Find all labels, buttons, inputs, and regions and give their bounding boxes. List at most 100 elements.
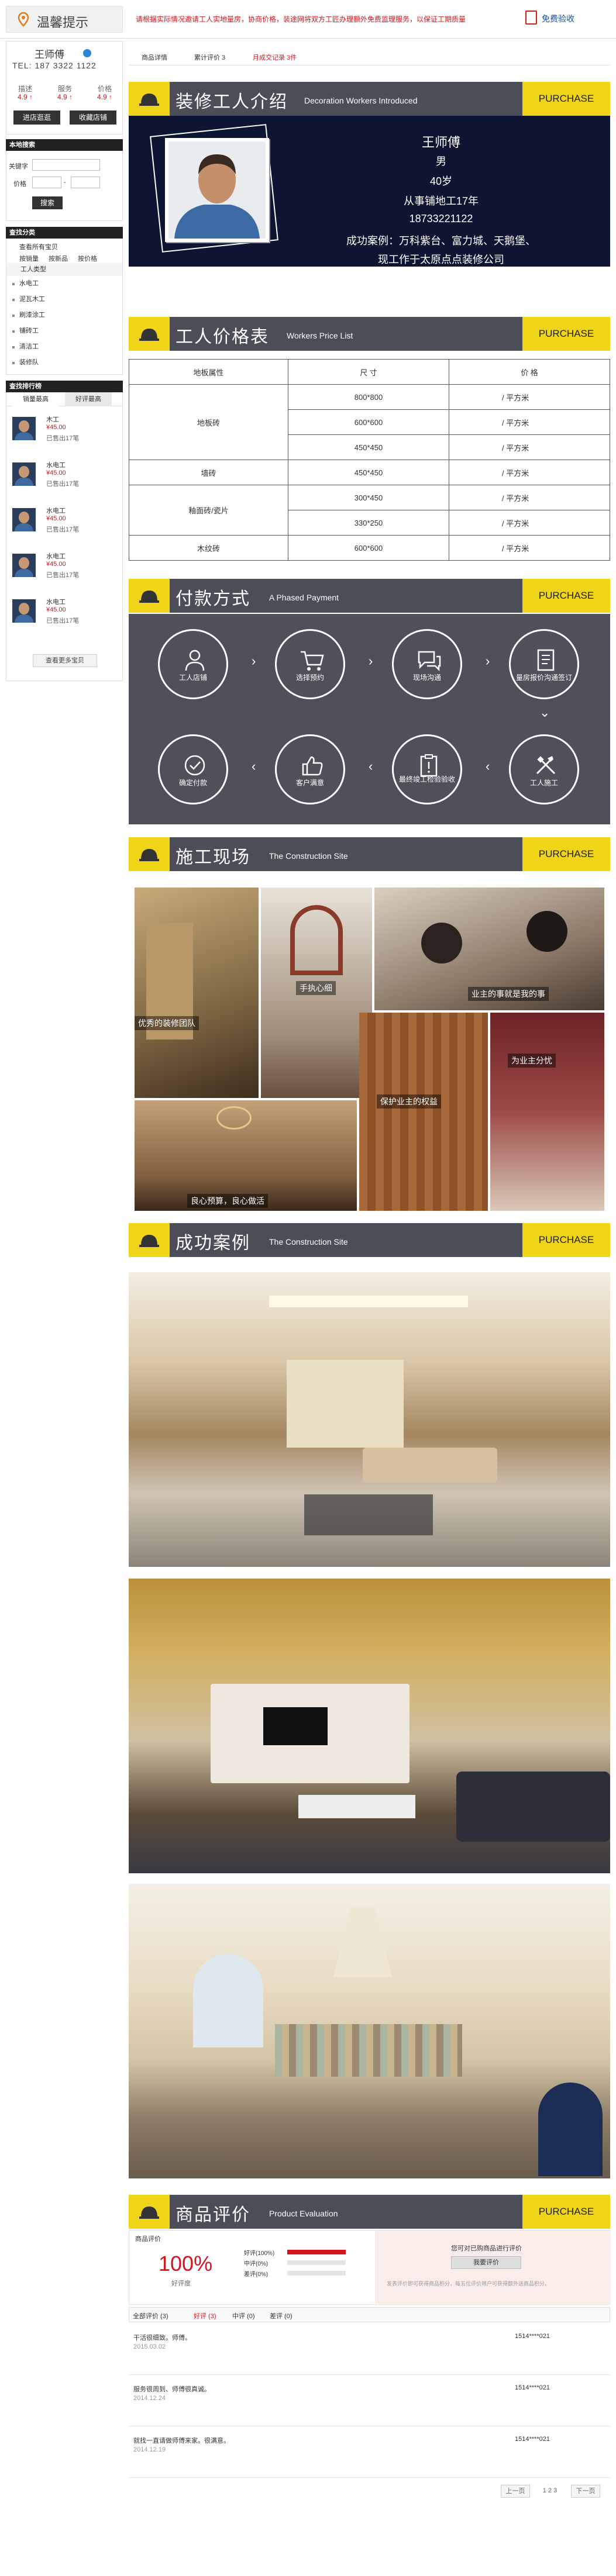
cart-icon [301,651,324,671]
worker-gender: 男 [436,156,446,167]
table-cell-price: / 平方米 [449,460,610,485]
rating-value: 4.9 ↑ [17,93,33,101]
tab-good-reviews[interactable]: 好评 (3) [194,2311,216,2321]
table-row: 地板砖 800*800 / 平方米 [129,384,610,460]
worker-avatar [12,508,36,531]
price-min-input[interactable] [32,177,61,188]
tab-reviews[interactable]: 累计评价 3 [194,53,225,62]
ranking-item[interactable]: 水电工 ¥45.00 已售出17笔 [6,589,123,634]
banner-badge [129,82,170,116]
table-header: 尺 寸 [288,359,449,385]
banner-badge [129,2195,170,2229]
favorite-shop-button[interactable]: 收藏店铺 [70,111,116,125]
table-cell-price: / 平方米 [449,510,610,536]
review-user: 1514****021 [515,2333,550,2340]
more-items-button[interactable]: 查看更多宝贝 [33,654,97,667]
purchase-button[interactable]: PURCHASE [522,579,610,613]
search-button[interactable]: 搜索 [32,196,63,209]
site-photo: 优秀的装修团队 [135,888,259,1098]
category-item[interactable]: 泥瓦木工 [6,292,122,308]
link-by-price[interactable]: 按价格 [78,254,97,263]
tab-bad-reviews[interactable]: 差评 (0) [270,2311,292,2321]
rating-label: 价格 [97,85,112,93]
local-search-header: 本地搜索 [6,139,123,151]
bar-good [287,2250,346,2254]
ranking-item-sold: 已售出17笔 [46,481,80,488]
link-by-sales[interactable]: 按销量 [19,254,39,263]
keyword-input[interactable] [32,159,100,171]
table-header: 价 格 [449,359,610,385]
ranking-item-price: ¥45.00 [46,561,66,568]
category-item[interactable]: 铺砖工 [6,323,122,339]
table-row: 木纹砖 600*600 / 平方米 [129,535,610,561]
banner-subtitle: Product Evaluation [269,2209,338,2218]
banner-title: 商品评价 [175,2205,250,2225]
step-label: 最终竣工检验验收 [398,775,455,783]
ranking-tabs: 销量最高 好评最高 [6,392,123,406]
ranking-item[interactable]: 木工 ¥45.00 已售出17笔 [6,406,123,452]
ranking-item[interactable]: 水电工 ¥45.00 已售出17笔 [6,543,123,589]
tab-neutral-reviews[interactable]: 中评 (0) [232,2311,255,2321]
notice-title-box: 温馨提示 [6,6,123,33]
tab-detail[interactable]: 商品详情 [142,53,167,62]
arrow-left-icon: ‹ [486,759,490,774]
page-numbers[interactable]: 1 2 3 [532,2485,567,2498]
link-all-items[interactable]: 查看所有宝贝 [19,242,58,251]
step-worker-construction: 工人施工 [509,734,579,804]
price-max-input[interactable] [71,177,100,188]
review-text: 就找一直请做师傅来家。很满意。 [133,2437,230,2444]
free-inspect-label: 免费验收 [542,14,574,23]
top-notice-bar: 温馨提示 请根据实际情况邀请工人实地量房，协商价格，装途网将双方工匠办理额外免费… [0,0,616,39]
purchase-button[interactable]: PURCHASE [522,82,610,116]
next-page-button[interactable]: 下一页 [571,2485,600,2498]
arrow-right-icon: › [486,654,490,668]
prev-page-button[interactable]: 上一页 [501,2485,530,2498]
category-item[interactable]: 清洁工 [6,339,122,355]
ranking-item-price: ¥45.00 [46,424,66,431]
link-by-new[interactable]: 按新品 [49,254,68,263]
worker-avatar [12,462,36,486]
banner-subtitle: A Phased Payment [269,593,339,602]
purchase-button[interactable]: PURCHASE [522,317,610,351]
enter-shop-button[interactable]: 进店逛逛 [13,111,60,125]
site-photo: 手执心细 [261,888,372,1098]
construction-site-collage: 优秀的装修团队 手执心细 业主的事就是我的事 良心预算，良心做活 保护业主的权益… [135,888,604,1211]
step-label: 工人施工 [529,779,558,787]
ranking-item-title: 水电工 [46,507,66,514]
table-cell-type: 釉面砖/瓷片 [129,485,288,536]
worker-cases: 成功案例：万科紫台、富力城、天鹅堡、 [346,235,536,247]
section-banner-payment: 付款方式 A Phased Payment PURCHASE [129,579,610,613]
verified-icon [83,49,91,57]
worker-age: 40岁 [429,175,453,187]
location-pin-icon [18,12,29,27]
table-header-row: 地板属性 尺 寸 价 格 [129,359,610,385]
tab-all-reviews[interactable]: 全部评价 (3) [133,2311,168,2321]
notice-text: 请根据实际情况邀请工人实地量房，协商价格，装途网将双方工匠办理额外免费监理服务，… [136,15,466,23]
ranking-item[interactable]: 水电工 ¥45.00 已售出17笔 [6,452,123,498]
ranking-item[interactable]: 水电工 ¥45.00 已售出17笔 [6,498,123,543]
step-select-appointment: 选择预约 [275,629,345,699]
write-review-button[interactable]: 我要评价 [451,2256,521,2269]
table-cell-size: 450*450 [288,434,449,460]
worker-phone: 18733221122 [409,213,473,225]
shop-tel: TEL: 187 3322 1122 [12,61,97,70]
table-cell-type: 墙砖 [129,460,288,485]
purchase-button[interactable]: PURCHASE [522,1223,610,1257]
category-item[interactable]: 水电工 [6,276,122,292]
ranking-item-title: 水电工 [46,553,66,560]
site-caption: 为业主分忧 [508,1054,556,1068]
review-date: 2015.03.02 [133,2343,166,2350]
free-inspect-link[interactable]: 免费验收 [525,9,596,27]
tab-deals[interactable]: 月成交记录 3件 [253,53,297,62]
tab-top-sales[interactable]: 销量最高 [12,392,59,406]
purchase-button[interactable]: PURCHASE [522,837,610,871]
category-header: 查找分类 [6,227,123,239]
purchase-button[interactable]: PURCHASE [522,2195,610,2229]
helmet-icon [139,2206,159,2219]
tab-top-rated[interactable]: 好评最高 [65,392,112,406]
bar-neutral [287,2260,346,2265]
category-item[interactable]: 刷漆涂工 [6,308,122,323]
ranking-item-title: 水电工 [46,462,66,469]
category-item[interactable]: 装修队 [6,355,122,371]
site-caption: 保护业主的权益 [377,1094,441,1109]
